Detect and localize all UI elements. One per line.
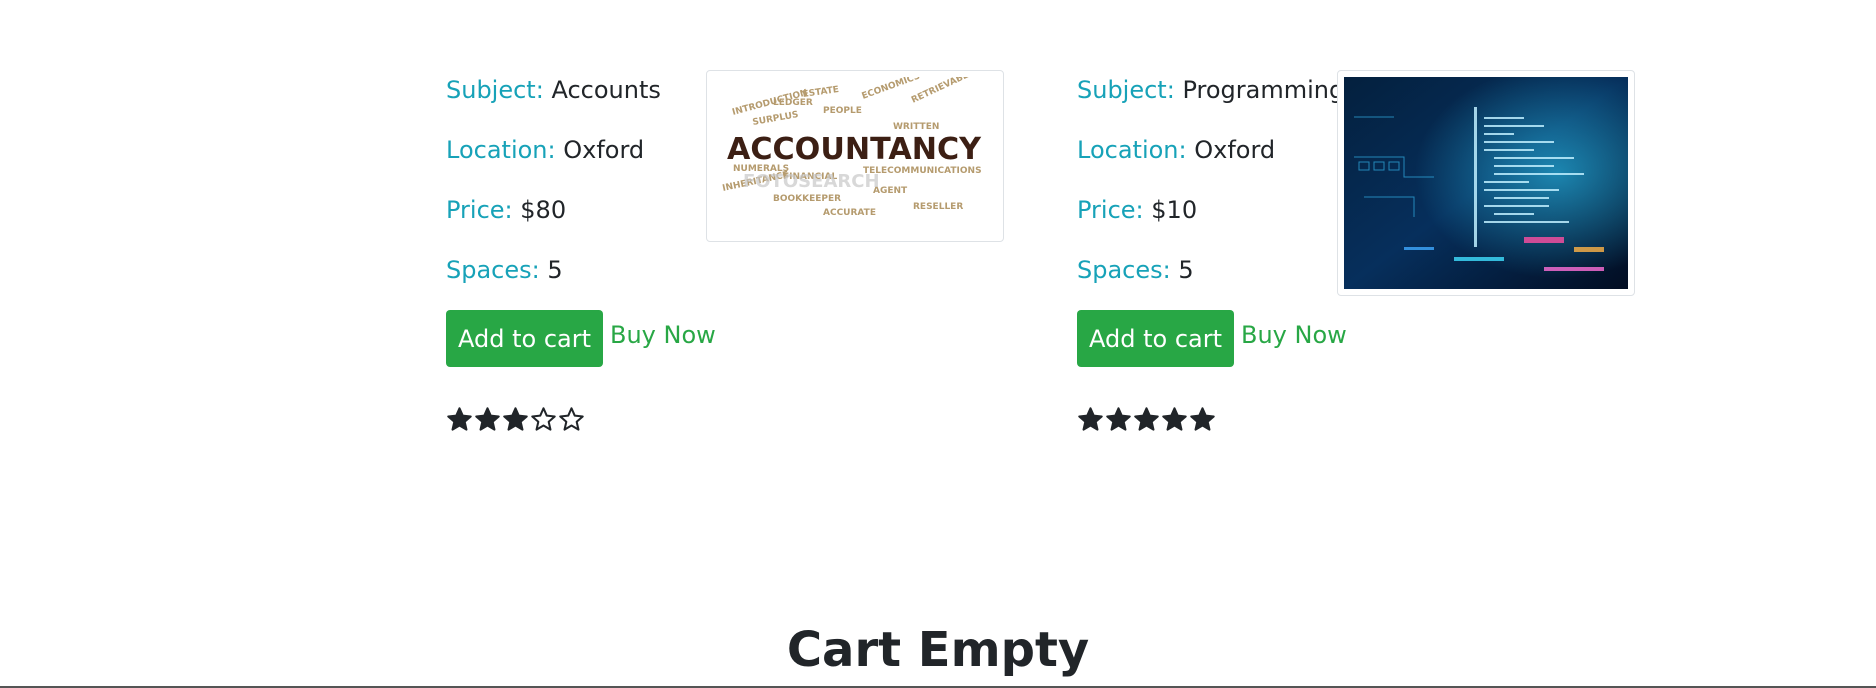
- star-empty-icon: [559, 407, 584, 431]
- subject-value: Accounts: [551, 76, 661, 104]
- accountancy-word-cloud: ESTATE LEDGER ECONOMICS RETRIEVABLE INTR…: [713, 77, 997, 235]
- price-value: $10: [1151, 196, 1198, 224]
- add-to-cart-button[interactable]: Add to cart: [446, 310, 603, 367]
- subject-value: Programming: [1182, 76, 1345, 104]
- star-filled-icon: [1162, 407, 1187, 431]
- price-value: $80: [520, 196, 567, 224]
- programming-image: [1337, 70, 1635, 296]
- lessons-page: Subject: Accounts Location: Oxford Price…: [0, 0, 1876, 688]
- star-filled-icon: [1134, 407, 1159, 431]
- svg-text:ACCURATE: ACCURATE: [823, 208, 876, 218]
- spaces-row: Spaces: 5: [1077, 250, 1194, 290]
- subject-label: Subject:: [1077, 76, 1175, 104]
- star-rating: [1077, 406, 1216, 436]
- star-filled-icon: [1106, 407, 1131, 431]
- location-value: Oxford: [1194, 136, 1276, 164]
- star-filled-icon: [475, 407, 500, 431]
- location-label: Location:: [1077, 136, 1187, 164]
- lesson-card-programming: Subject: Programming Location: Oxford Pr…: [1077, 70, 1677, 450]
- star-filled-icon: [1190, 407, 1215, 431]
- add-to-cart-button[interactable]: Add to cart: [1077, 310, 1234, 367]
- subject-row: Subject: Accounts: [446, 70, 661, 110]
- location-value: Oxford: [563, 136, 645, 164]
- svg-text:WRITTEN: WRITTEN: [893, 122, 939, 132]
- svg-text:BOOKKEEPER: BOOKKEEPER: [773, 194, 841, 204]
- location-label: Location:: [446, 136, 556, 164]
- spaces-value: 5: [1178, 256, 1194, 284]
- star-filled-icon: [447, 407, 472, 431]
- accountancy-word: ACCOUNTANCY: [727, 132, 982, 167]
- cart-status-heading: Cart Empty: [786, 622, 1090, 678]
- price-row: Price: $10: [1077, 190, 1197, 230]
- star-rating: [446, 406, 585, 436]
- location-row: Location: Oxford: [1077, 130, 1275, 170]
- price-label: Price:: [446, 196, 513, 224]
- star-filled-icon: [1078, 407, 1103, 431]
- buy-now-link[interactable]: Buy Now: [610, 318, 716, 352]
- spaces-label: Spaces:: [446, 256, 540, 284]
- price-row: Price: $80: [446, 190, 566, 230]
- price-label: Price:: [1077, 196, 1144, 224]
- svg-text:TELECOMMUNICATIONS: TELECOMMUNICATIONS: [863, 166, 982, 176]
- spaces-row: Spaces: 5: [446, 250, 563, 290]
- spaces-value: 5: [547, 256, 563, 284]
- svg-text:PEOPLE: PEOPLE: [823, 106, 862, 116]
- svg-text:FOTOSEARCH: FOTOSEARCH: [743, 171, 880, 192]
- code-screen-image: [1344, 77, 1628, 289]
- subject-row: Subject: Programming: [1077, 70, 1344, 110]
- svg-text:RESELLER: RESELLER: [913, 202, 963, 212]
- subject-label: Subject:: [446, 76, 544, 104]
- buy-now-link[interactable]: Buy Now: [1241, 318, 1347, 352]
- spaces-label: Spaces:: [1077, 256, 1171, 284]
- star-filled-icon: [503, 407, 528, 431]
- lesson-card-accounts: Subject: Accounts Location: Oxford Price…: [446, 70, 1046, 450]
- accountancy-image: ESTATE LEDGER ECONOMICS RETRIEVABLE INTR…: [706, 70, 1004, 242]
- location-row: Location: Oxford: [446, 130, 644, 170]
- star-empty-icon: [531, 407, 556, 431]
